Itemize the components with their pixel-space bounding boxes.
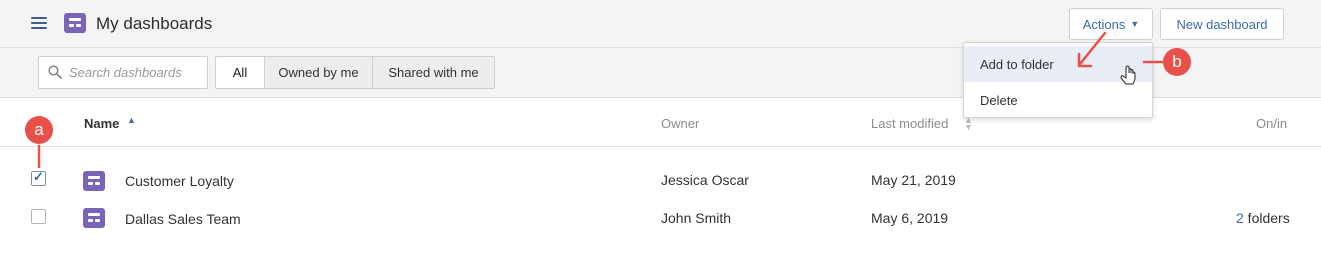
- dashboard-icon: [64, 13, 86, 33]
- last-modified-cell: May 21, 2019: [871, 172, 956, 188]
- caret-down-icon: ▼: [1130, 19, 1140, 29]
- on-in-cell: 2 folders: [1236, 210, 1290, 226]
- search-input[interactable]: [69, 65, 189, 80]
- actions-button[interactable]: Actions ▼: [1069, 8, 1153, 40]
- folders-count-link[interactable]: 2: [1236, 210, 1244, 226]
- callout-a: a: [25, 116, 53, 144]
- dashboard-name-link[interactable]: Customer Loyalty: [125, 173, 234, 189]
- menu-item-delete[interactable]: Delete: [964, 82, 1152, 118]
- page-header: My dashboards Actions ▼ New dashboard: [0, 0, 1321, 48]
- filter-owned-by-me[interactable]: Owned by me: [264, 56, 373, 89]
- owner-cell: Jessica Oscar: [661, 172, 749, 188]
- column-header-owner: Owner: [661, 116, 700, 131]
- column-header-on-in: On/in: [1256, 116, 1288, 131]
- dashboard-icon: [83, 208, 105, 228]
- column-header-name[interactable]: Name: [84, 116, 119, 131]
- new-dashboard-button[interactable]: New dashboard: [1160, 8, 1284, 40]
- owner-cell: John Smith: [661, 210, 732, 226]
- page-title: My dashboards: [96, 14, 213, 33]
- actions-dropdown-menu: Add to folder Delete: [963, 42, 1153, 118]
- column-header-last-modified[interactable]: Last modified: [871, 116, 948, 131]
- row-checkbox[interactable]: ✓: [31, 169, 46, 186]
- row-checkbox[interactable]: [31, 209, 46, 224]
- last-modified-cell: May 6, 2019: [871, 210, 949, 226]
- check-icon: ✓: [33, 169, 44, 184]
- search-icon: [48, 65, 62, 79]
- filter-shared-with-me[interactable]: Shared with me: [372, 56, 495, 89]
- menu-item-add-to-folder[interactable]: Add to folder: [964, 46, 1152, 82]
- sort-icon[interactable]: ▲ ▼: [964, 116, 973, 132]
- menu-icon[interactable]: [31, 17, 47, 30]
- folders-label: folders: [1243, 210, 1290, 226]
- filter-all[interactable]: All: [215, 56, 265, 89]
- actions-label: Actions: [1082, 16, 1126, 32]
- sort-asc-icon[interactable]: ▲: [127, 116, 136, 125]
- dashboard-icon: [83, 171, 105, 191]
- dashboard-name-link[interactable]: Dallas Sales Team: [125, 211, 241, 227]
- search-box[interactable]: [38, 56, 208, 89]
- header-divider: [0, 146, 1321, 147]
- callout-b: b: [1163, 48, 1191, 76]
